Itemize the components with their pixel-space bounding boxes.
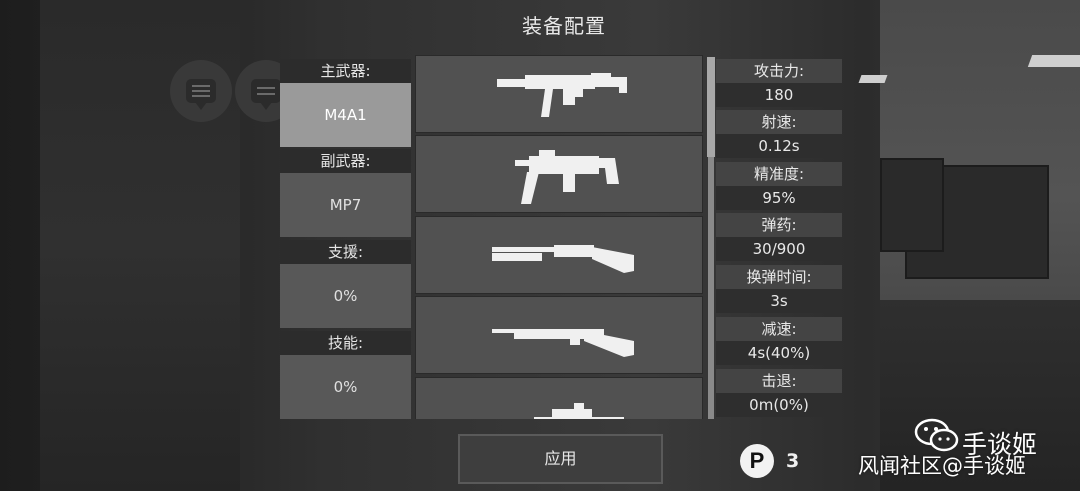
ceiling-light xyxy=(858,75,888,83)
points-display: P 3 xyxy=(740,444,799,478)
ceiling-light xyxy=(1027,55,1080,67)
wechat-logo-icon xyxy=(914,418,959,452)
weapon-card[interactable] xyxy=(415,377,703,419)
secondary-weapon-label: 副武器: xyxy=(280,149,411,173)
primary-weapon-label: 主武器: xyxy=(280,59,411,83)
stat-slow-label: 减速: xyxy=(716,317,842,341)
apply-button[interactable]: 应用 xyxy=(458,434,663,484)
skill-slot[interactable]: 0% xyxy=(280,355,411,419)
weapon-card[interactable] xyxy=(415,296,703,374)
points-count: 3 xyxy=(786,450,800,472)
points-icon: P xyxy=(740,444,774,478)
loadout-panel: 主武器: M4A1 副武器: MP7 支援: 0% 技能: 0% 攻击力: 18… xyxy=(280,55,842,419)
weapon-stats: 攻击力: 180 射速: 0.12s 精准度: 95% 弹药: 30/900 换… xyxy=(716,55,842,419)
support-slot[interactable]: 0% xyxy=(280,264,411,328)
watermark-source: 风闻社区@手谈姬 xyxy=(858,454,1026,478)
mp5-silenced-icon xyxy=(497,73,627,117)
stat-ammo-label: 弹药: xyxy=(716,213,842,237)
stat-damage-value: 180 xyxy=(716,83,842,107)
bolt-rifle-icon xyxy=(492,329,634,357)
weapon-list[interactable] xyxy=(415,55,703,419)
secondary-weapon-slot[interactable]: MP7 xyxy=(280,173,411,237)
stat-fire-rate-label: 射速: xyxy=(716,110,842,134)
stat-fire-rate-value: 0.12s xyxy=(716,134,842,158)
shotgun-icon xyxy=(492,245,634,273)
stat-ammo-value: 30/900 xyxy=(716,237,842,261)
stat-slow-value: 4s(40%) xyxy=(716,341,842,365)
sniper-rifle-icon xyxy=(534,403,624,419)
weapon-card[interactable] xyxy=(415,135,703,213)
stat-reload-label: 换弹时间: xyxy=(716,265,842,289)
chat-button[interactable] xyxy=(170,60,232,122)
weapon-card[interactable] xyxy=(415,55,703,133)
stat-accuracy-label: 精准度: xyxy=(716,162,842,186)
support-label: 支援: xyxy=(280,240,411,264)
scene-crate xyxy=(880,158,944,252)
stat-accuracy-value: 95% xyxy=(716,186,842,210)
stat-knockback-label: 击退: xyxy=(716,369,842,393)
weapon-list-scrollbar[interactable] xyxy=(707,57,715,419)
stat-damage-label: 攻击力: xyxy=(716,59,842,83)
ump-smg-icon xyxy=(515,150,619,204)
skill-label: 技能: xyxy=(280,331,411,355)
page-title: 装备配置 xyxy=(522,14,606,38)
loadout-slots: 主武器: M4A1 副武器: MP7 支援: 0% 技能: 0% xyxy=(280,55,411,419)
primary-weapon-slot[interactable]: M4A1 xyxy=(280,83,411,147)
chat-bubble-icon xyxy=(186,79,216,110)
scrollbar-thumb[interactable] xyxy=(707,57,715,157)
weapon-card[interactable] xyxy=(415,216,703,294)
stat-knockback-value: 0m(0%) xyxy=(716,393,842,417)
emote-icon xyxy=(251,79,281,110)
stat-reload-value: 3s xyxy=(716,289,842,313)
